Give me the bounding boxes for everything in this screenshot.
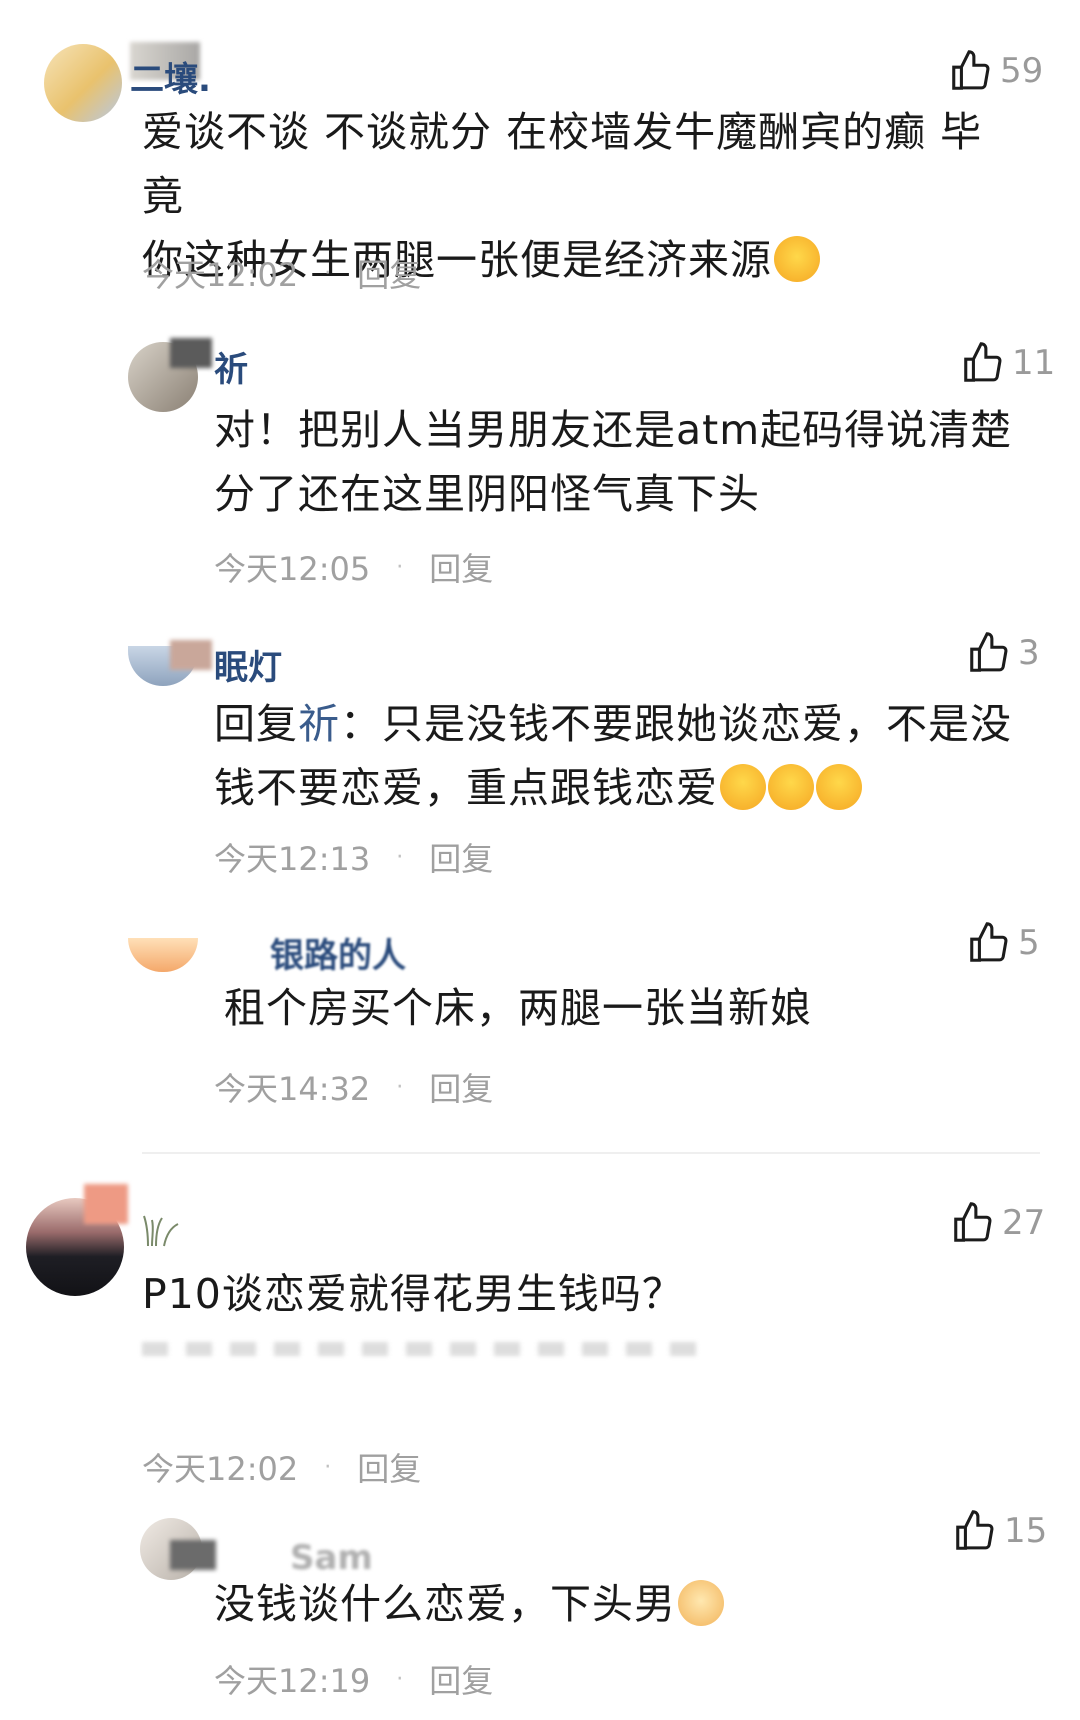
- yum-face-emoji-icon: [774, 236, 820, 282]
- like-count: 5: [1018, 923, 1040, 963]
- blurred-username-block: [170, 640, 212, 670]
- comment-text-line-wrap: 回复祈：只是没钱不要跟她谈恋爱，不是没: [214, 692, 1044, 756]
- like-button[interactable]: 11: [960, 340, 1055, 386]
- like-button[interactable]: 3: [966, 630, 1040, 676]
- thumbs-up-icon: [952, 50, 990, 90]
- timestamp: 今天12:02: [142, 1450, 299, 1488]
- avatar[interactable]: [128, 938, 198, 972]
- mention-link[interactable]: 祈: [298, 700, 340, 748]
- like-button[interactable]: 59: [948, 48, 1043, 94]
- comment-text: 租个房买个床，两腿一张当新娘: [224, 976, 1044, 1040]
- comment-text-line: 没钱谈什么恋爱，下头男: [214, 1580, 676, 1628]
- username[interactable]: 祈: [214, 342, 248, 391]
- dog-face-emoji-icon: [678, 1580, 724, 1626]
- username[interactable]: 二壤.: [130, 52, 211, 101]
- separator-dot: ·: [396, 554, 404, 580]
- separator-dot: ·: [324, 260, 332, 286]
- reply-prefix: 回复: [214, 700, 298, 748]
- comment-text-line: P10谈恋爱就得花男生钱吗？: [142, 1270, 684, 1318]
- blurred-username-block: [84, 1184, 128, 1224]
- thumbs-up-icon: [954, 1202, 992, 1242]
- reply-button[interactable]: 回复: [429, 1064, 493, 1110]
- comment-text: 没钱谈什么恋爱，下头男: [214, 1572, 1034, 1636]
- like-button[interactable]: 27: [950, 1200, 1045, 1246]
- separator-dot: ·: [396, 1666, 404, 1692]
- thumbs-up-icon: [970, 632, 1008, 672]
- username[interactable]: 银路的人: [270, 928, 406, 977]
- reply-button[interactable]: 回复: [357, 250, 421, 296]
- timestamp: 今天14:32: [214, 1070, 371, 1108]
- grass-icon: [143, 1215, 179, 1247]
- separator-dot: ·: [396, 1074, 404, 1100]
- comment-meta: 今天12:02 · 回复: [142, 1444, 421, 1490]
- blurred-username-block: [170, 1540, 216, 1570]
- comment-meta: 今天12:05 · 回复: [214, 544, 493, 590]
- timestamp: 今天12:13: [214, 840, 371, 878]
- thumbs-up-icon: [956, 1510, 994, 1550]
- comment-text: 对！把别人当男朋友还是atm起码得说清楚 分了还在这里阴阳怪气真下头: [214, 398, 1034, 526]
- comment-text-line-wrap: 没钱谈什么恋爱，下头男: [214, 1572, 1034, 1636]
- separator-dot: ·: [396, 844, 404, 870]
- separator-dot: ·: [324, 1454, 332, 1480]
- comment-text: 回复祈：只是没钱不要跟她谈恋爱，不是没 钱不要恋爱，重点跟钱恋爱: [214, 692, 1044, 820]
- comment-text-line-wrap: 钱不要恋爱，重点跟钱恋爱: [214, 756, 1044, 820]
- comment-text-line: ：只是没钱不要跟她谈恋爱，不是没: [340, 700, 1012, 748]
- comment-meta: 今天12:19 · 回复: [214, 1656, 493, 1702]
- reply-button[interactable]: 回复: [429, 1656, 493, 1702]
- timestamp: 今天12:02: [142, 256, 299, 294]
- like-count: 27: [1002, 1203, 1046, 1243]
- avatar[interactable]: [44, 44, 122, 122]
- blurred-username-block: [170, 338, 212, 368]
- username[interactable]: 眠灯: [214, 640, 282, 689]
- comment-meta: 今天12:02 · 回复: [142, 250, 421, 296]
- thread-divider: [142, 1152, 1040, 1154]
- comment-text-line: 租个房买个床，两腿一张当新娘: [224, 984, 812, 1032]
- comment-text-line: 分了还在这里阴阳怪气真下头: [214, 470, 760, 518]
- comment-text: P10谈恋爱就得花男生钱吗？: [142, 1262, 1022, 1326]
- reply-button[interactable]: 回复: [429, 834, 493, 880]
- like-count: 15: [1004, 1511, 1048, 1551]
- crying-face-emoji-icon: [720, 764, 766, 810]
- like-count: 3: [1018, 633, 1040, 673]
- comment-meta: 今天12:13 · 回复: [214, 834, 493, 880]
- comment-text-line: 对！把别人当男朋友还是atm起码得说清楚: [214, 406, 1013, 454]
- like-button[interactable]: 5: [966, 920, 1040, 966]
- timestamp: 今天12:19: [214, 1662, 371, 1700]
- thumbs-up-icon: [964, 342, 1002, 382]
- cropped-text-fragment: [142, 1342, 702, 1356]
- like-button[interactable]: 15: [952, 1508, 1047, 1554]
- comment-text-line: 钱不要恋爱，重点跟钱恋爱: [214, 764, 718, 812]
- comment-text-line: 爱谈不谈 不谈就分 在校墙发牛魔酬宾的癫 毕竟: [142, 108, 983, 220]
- comment-meta: 今天14:32 · 回复: [214, 1064, 493, 1110]
- like-count: 59: [1000, 51, 1044, 91]
- crying-face-emoji-icon: [816, 764, 862, 810]
- timestamp: 今天12:05: [214, 550, 371, 588]
- reply-button[interactable]: 回复: [429, 544, 493, 590]
- crying-face-emoji-icon: [768, 764, 814, 810]
- thumbs-up-icon: [970, 922, 1008, 962]
- like-count: 11: [1012, 343, 1056, 383]
- reply-button[interactable]: 回复: [357, 1444, 421, 1490]
